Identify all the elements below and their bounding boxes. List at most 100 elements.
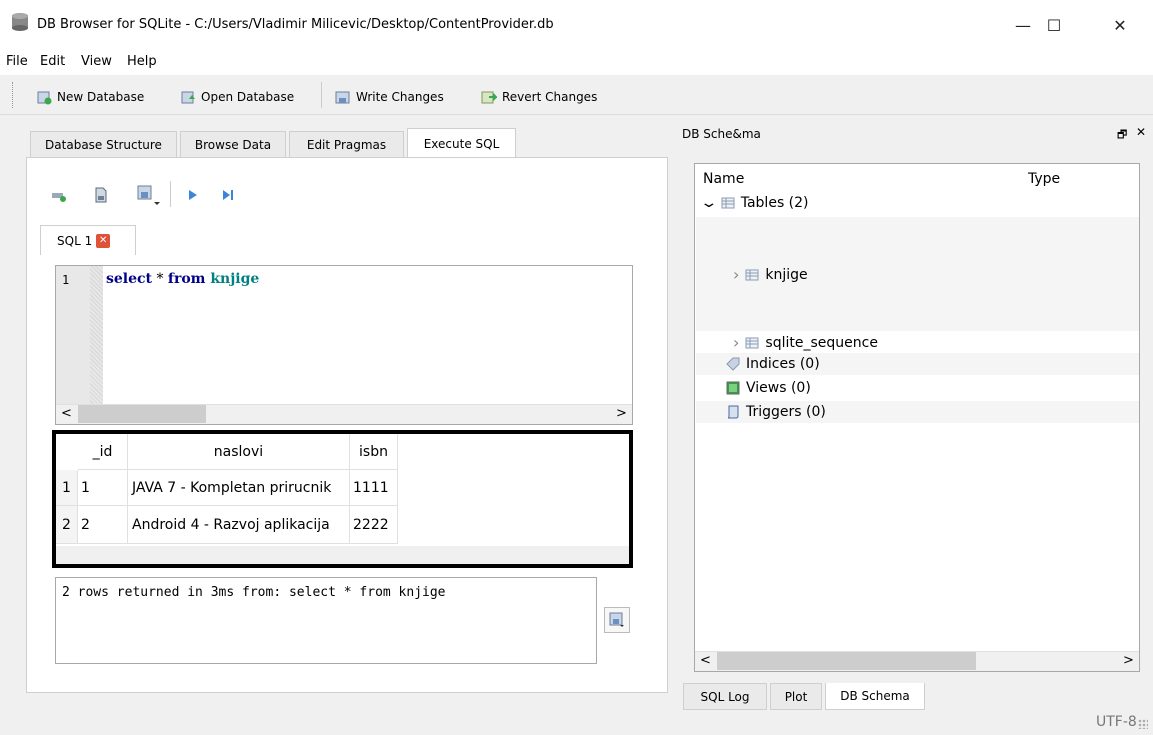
table-icon xyxy=(745,269,759,280)
query-message: 2 rows returned in 3ms from: select * fr… xyxy=(55,577,597,664)
tab-edit-pragmas[interactable]: Edit Pragmas xyxy=(289,131,404,158)
toolbar-separator xyxy=(321,82,322,108)
tab-sql-1[interactable]: SQL 1 ✕ xyxy=(40,225,136,255)
menu-bar: File Edit View Help xyxy=(0,50,1153,75)
open-tab-icon xyxy=(52,193,66,202)
menu-file[interactable]: File xyxy=(6,54,28,69)
views-label: Views (0) xyxy=(746,380,811,396)
sql-toolbar-separator xyxy=(170,181,171,207)
column-header-type[interactable]: Type xyxy=(1028,171,1060,187)
tree-item-indices[interactable]: Indices (0) xyxy=(726,356,820,372)
write-changes-label: Write Changes xyxy=(356,90,444,104)
table-cell[interactable]: 1111 xyxy=(350,470,398,506)
table-icon xyxy=(745,337,759,348)
float-dock-icon[interactable]: 🗗 xyxy=(1117,126,1127,145)
tab-database-structure[interactable]: Database Structure xyxy=(30,131,177,158)
table-cell[interactable]: JAVA 7 - Kompletan prirucnik xyxy=(128,470,350,506)
open-database-icon xyxy=(181,91,195,104)
schema-tree: Name Type ⌄ Tables (2) › knjige › sqlite… xyxy=(694,163,1140,672)
table-cell[interactable]: Android 4 - Razvoj aplikacija xyxy=(128,506,350,544)
table-name-sqlite-sequence: sqlite_sequence xyxy=(765,334,878,351)
revert-changes-button[interactable]: Revert Changes xyxy=(481,87,597,107)
tab-execute-sql[interactable]: Execute SQL xyxy=(407,128,516,159)
tab-sql-log[interactable]: SQL Log xyxy=(683,683,767,710)
row-number[interactable]: 2 xyxy=(56,506,78,544)
execute-all-button[interactable] xyxy=(182,184,204,206)
open-database-label: Open Database xyxy=(201,90,295,104)
scroll-right-arrow[interactable]: > xyxy=(616,406,627,421)
database-app-icon xyxy=(10,12,30,32)
close-tab-icon[interactable]: ✕ xyxy=(96,233,111,248)
scroll-thumb[interactable] xyxy=(717,652,976,670)
tab-browse-data[interactable]: Browse Data xyxy=(180,131,286,158)
dock-title: DB Sche&ma xyxy=(682,127,761,141)
title-bar: DB Browser for SQLite - C:/Users/Vladimi… xyxy=(0,0,1153,50)
column-header-isbn[interactable]: isbn xyxy=(350,434,398,470)
save-results-button[interactable] xyxy=(604,607,630,633)
close-window-button[interactable]: ✕ xyxy=(1097,8,1143,42)
play-line-icon xyxy=(223,190,233,200)
results-table: _id naslovi isbn 1 1 JAVA 7 - Kompletan … xyxy=(52,430,633,568)
close-dock-icon[interactable]: ✕ xyxy=(1136,125,1146,139)
tab-db-schema[interactable]: DB Schema xyxy=(825,683,925,710)
tab-plot[interactable]: Plot xyxy=(770,683,822,710)
open-sql-file-button[interactable] xyxy=(90,184,112,206)
toolbar-grip xyxy=(12,82,15,108)
save-sql-file-icon xyxy=(137,185,160,205)
open-database-button[interactable]: Open Database xyxy=(180,87,294,107)
triggers-label: Triggers (0) xyxy=(746,404,826,420)
table-cell[interactable]: 2 xyxy=(78,506,128,544)
sql-keyword-select: select xyxy=(106,271,153,287)
scroll-thumb[interactable] xyxy=(78,405,206,423)
tree-item-tables[interactable]: ⌄ Tables (2) xyxy=(699,195,808,211)
encoding-label: UTF-8 xyxy=(1096,714,1137,730)
menu-view[interactable]: View xyxy=(81,54,112,69)
write-changes-icon xyxy=(335,91,350,104)
execute-line-button[interactable] xyxy=(217,184,239,206)
tree-item-triggers[interactable]: Triggers (0) xyxy=(726,404,826,420)
new-database-label: New Database xyxy=(57,90,145,104)
scroll-left-arrow[interactable]: < xyxy=(700,653,711,668)
sql-tab-label: SQL 1 xyxy=(57,233,93,248)
column-header-naslovi[interactable]: naslovi xyxy=(128,434,350,470)
expand-chevron-icon[interactable]: ⌄ xyxy=(699,195,718,211)
tree-item-views[interactable]: Views (0) xyxy=(726,380,811,396)
sql-keyword-from: from xyxy=(167,271,206,287)
maximize-button[interactable]: ☐ xyxy=(1031,8,1077,42)
sql-editor[interactable]: 1 select * from knjige < > xyxy=(55,265,633,425)
resize-grip-icon[interactable] xyxy=(1138,719,1148,729)
tree-item-sqlite-sequence[interactable]: › sqlite_sequence xyxy=(733,333,878,352)
menu-edit[interactable]: Edit xyxy=(40,54,65,69)
sql-code-line: select * from knjige xyxy=(106,271,259,287)
revert-changes-icon xyxy=(481,91,497,104)
script-icon xyxy=(727,405,739,419)
column-header-name[interactable]: Name xyxy=(703,171,744,187)
column-header-id[interactable]: _id xyxy=(78,434,128,470)
collapse-chevron-icon[interactable]: › xyxy=(733,265,739,284)
schema-hscrollbar[interactable]: < > xyxy=(695,651,1139,671)
sql-table-name: knjige xyxy=(205,271,260,287)
scroll-right-arrow[interactable]: > xyxy=(1123,653,1134,668)
indices-label: Indices (0) xyxy=(746,356,820,372)
editor-hscrollbar[interactable]: < > xyxy=(56,404,632,424)
save-sql-file-button[interactable] xyxy=(134,184,164,206)
row-number[interactable]: 1 xyxy=(56,470,78,506)
new-database-icon xyxy=(37,91,52,105)
menu-help[interactable]: Help xyxy=(127,54,157,69)
line-number: 1 xyxy=(62,273,70,287)
write-changes-button[interactable]: Write Changes xyxy=(335,87,444,107)
table-cell[interactable]: 1 xyxy=(78,470,128,506)
tree-item-knjige[interactable]: › knjige xyxy=(733,265,808,284)
open-sql-file-icon xyxy=(95,187,107,203)
new-database-button[interactable]: New Database xyxy=(36,87,144,107)
fold-margin xyxy=(90,266,103,404)
table-cell[interactable]: 2222 xyxy=(350,506,398,544)
main-toolbar: New Database Open Database Write Changes… xyxy=(0,75,1153,115)
save-results-icon xyxy=(609,612,624,627)
collapse-chevron-icon[interactable]: › xyxy=(733,333,739,352)
view-icon xyxy=(726,381,740,395)
scroll-left-arrow[interactable]: < xyxy=(61,406,72,421)
tag-icon xyxy=(726,357,740,371)
results-footer xyxy=(56,546,629,564)
open-tab-button[interactable] xyxy=(48,184,70,206)
